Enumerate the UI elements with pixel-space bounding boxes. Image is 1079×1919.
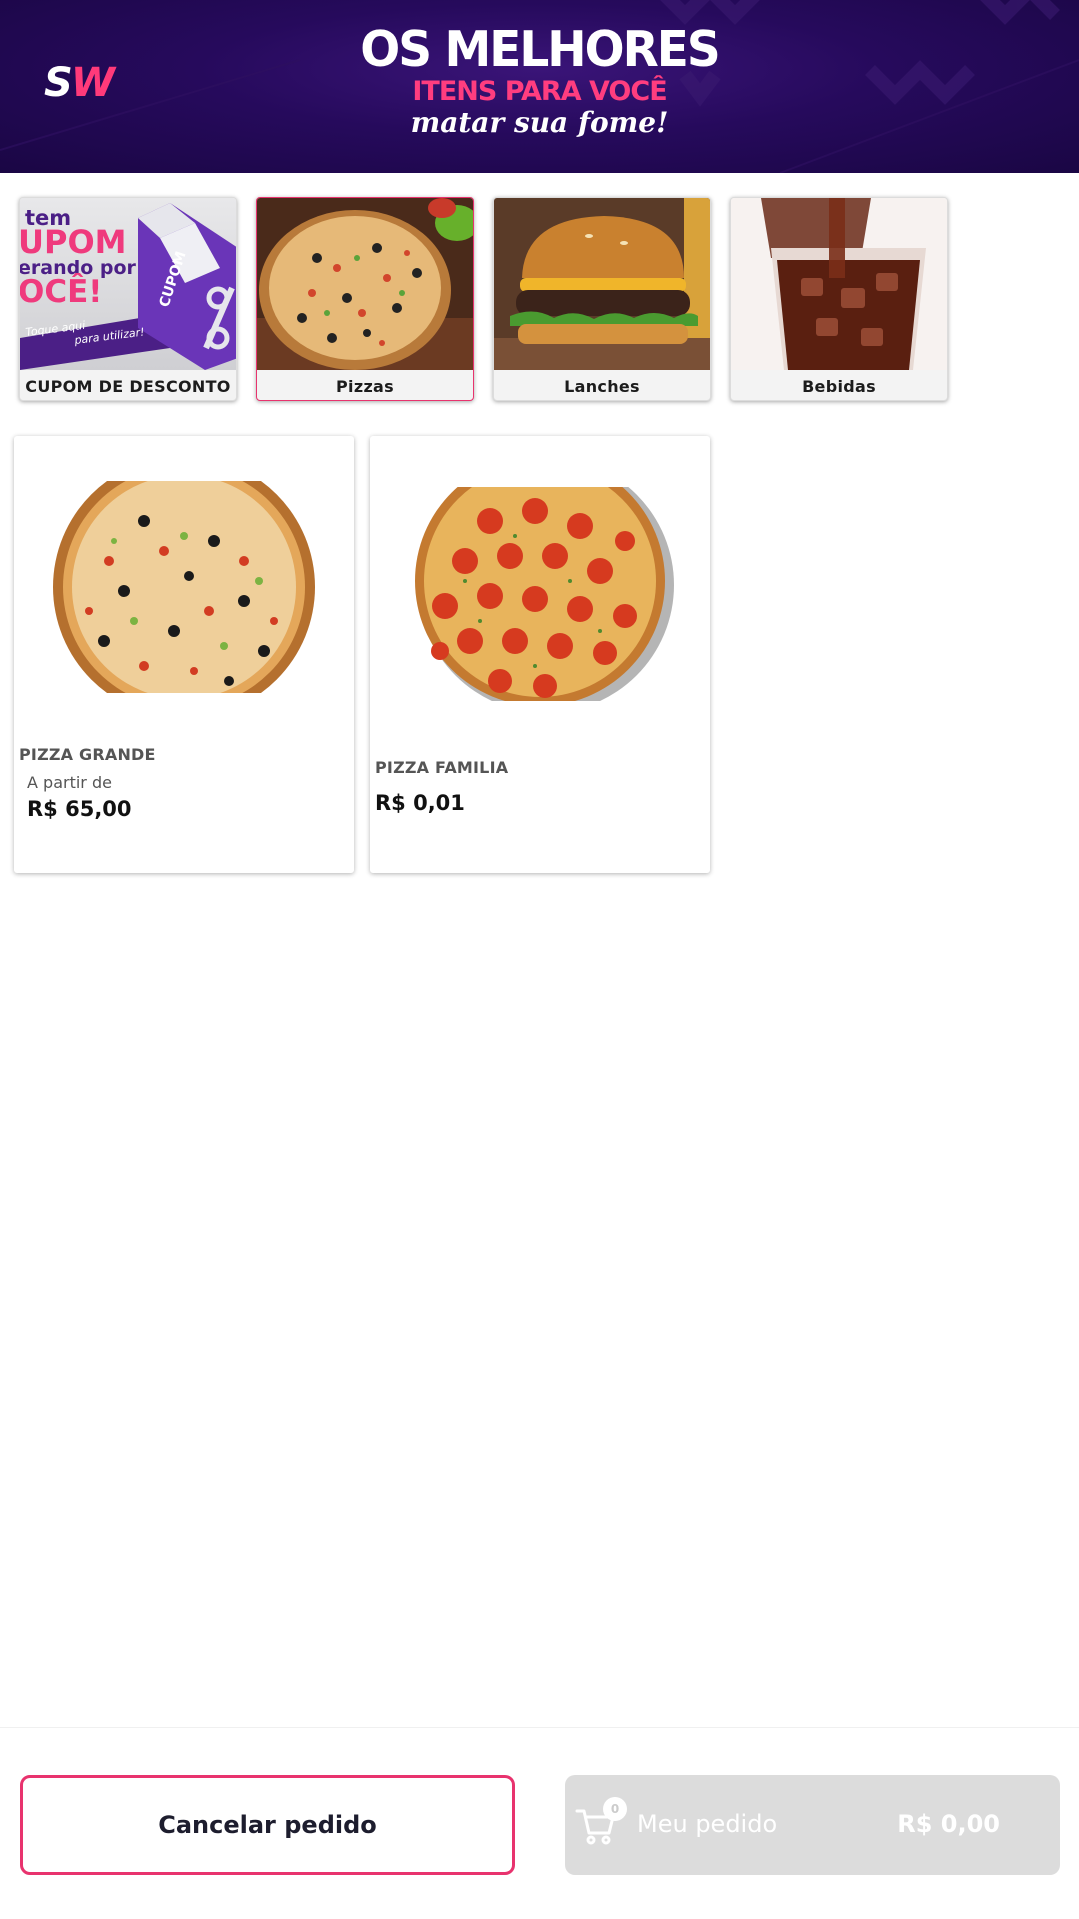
category-lanches[interactable]: Lanches <box>493 197 711 401</box>
cart-count-badge: 0 <box>603 1797 627 1821</box>
my-order-button[interactable]: 0 Meu pedido R$ 0,00 <box>565 1775 1060 1875</box>
product-price: R$ 0,01 <box>375 791 465 815</box>
lanches-category-image <box>494 198 710 370</box>
product-card-pizza-grande[interactable]: PIZZA GRANDE A partir de R$ 65,00 <box>14 436 354 873</box>
my-order-label: Meu pedido <box>637 1810 778 1838</box>
bottom-divider <box>0 1727 1079 1728</box>
product-name: PIZZA GRANDE <box>19 745 156 764</box>
coupon-promo-image: CUPOM tem UPOM erando por OCÊ! Toque aqu… <box>20 198 236 370</box>
category-label: Lanches <box>564 377 640 396</box>
pizza-familia-image <box>415 487 674 701</box>
product-name: PIZZA FAMILIA <box>375 758 509 777</box>
category-cupom-de-desconto[interactable]: CUPOM tem UPOM erando por OCÊ! Toque aqu… <box>19 197 237 401</box>
category-bebidas[interactable]: Bebidas <box>730 197 948 401</box>
order-total: R$ 0,00 <box>897 1810 1000 1838</box>
category-list: CUPOM tem UPOM erando por OCÊ! Toque aqu… <box>19 197 948 401</box>
pizzas-category-image <box>257 198 473 370</box>
coupon-text-line2: UPOM <box>20 223 126 261</box>
cancel-order-label: Cancelar pedido <box>158 1811 377 1839</box>
banner-tagline: matar sua fome! <box>410 106 669 139</box>
category-label: Pizzas <box>336 377 394 396</box>
product-price-prefix: A partir de <box>27 773 112 792</box>
cancel-order-button[interactable]: Cancelar pedido <box>20 1775 515 1875</box>
coupon-text-line4: OCÊ! <box>20 274 102 310</box>
category-label: CUPOM DE DESCONTO <box>25 377 231 396</box>
banner-headline: OS MELHORES <box>360 20 720 79</box>
header-banner: SW OS MELHORES ITENS PARA VOCÊ matar sua… <box>0 0 1079 173</box>
banner-subheadline: ITENS PARA VOCÊ <box>412 76 667 107</box>
product-price: R$ 65,00 <box>27 797 132 821</box>
product-card-pizza-familia[interactable]: PIZZA FAMILIA R$ 0,01 <box>370 436 710 873</box>
bebidas-category-image <box>731 198 947 370</box>
category-pizzas[interactable]: Pizzas <box>256 197 474 401</box>
category-label: Bebidas <box>802 377 876 396</box>
pizza-grande-image <box>53 481 315 693</box>
